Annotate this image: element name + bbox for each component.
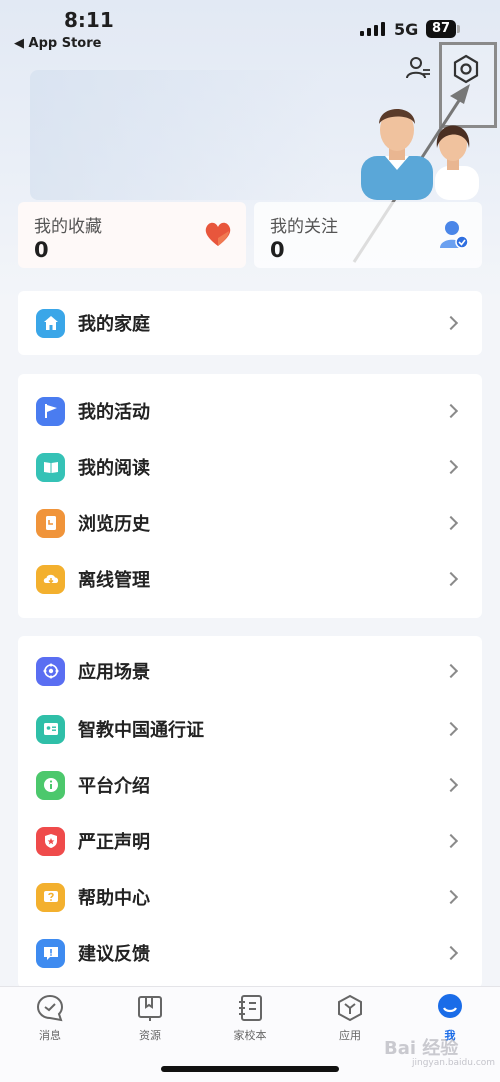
info-icon <box>36 770 65 800</box>
info-card: 应用场景 智教中国通行证 平台介绍 严正声明 帮助中心 建议反馈 <box>18 636 482 988</box>
tab-messages[interactable]: 消息 <box>0 993 100 1045</box>
status-time: 8:11 <box>64 8 114 32</box>
chevron-right-icon <box>443 833 459 849</box>
watermark-subtext: jingyan.baidu.com <box>412 1058 496 1068</box>
menu-item-label: 应用场景 <box>78 662 150 683</box>
me-icon <box>438 994 462 1018</box>
favorites-count: 0 <box>34 238 49 262</box>
menu-item-statement[interactable]: 严正声明 <box>18 819 482 863</box>
download-icon <box>36 564 65 594</box>
signal-icon <box>360 22 385 36</box>
header-decoration <box>30 70 330 200</box>
menu-item-label: 我的家庭 <box>78 314 150 335</box>
menu-item-label: 严正声明 <box>78 832 150 853</box>
family-card: 我的家庭 <box>18 291 482 355</box>
following-count: 0 <box>270 238 285 262</box>
battery-icon: 87 <box>426 20 456 38</box>
menu-item-activities[interactable]: 我的活动 <box>18 389 482 433</box>
tab-label: 消息 <box>39 1029 61 1042</box>
menu-item-platform-intro[interactable]: 平台介绍 <box>18 763 482 807</box>
menu-item-reading[interactable]: 我的阅读 <box>18 445 482 489</box>
back-to-app-store[interactable]: ◀ App Store <box>14 36 101 51</box>
home-icon <box>36 308 65 338</box>
family-illustration <box>361 109 479 200</box>
menu-item-label: 平台介绍 <box>78 776 150 797</box>
apps-icon <box>338 994 362 1022</box>
chevron-right-icon <box>443 459 459 475</box>
tab-label: 家校本 <box>233 1029 267 1042</box>
chevron-right-icon <box>443 663 459 679</box>
message-icon <box>36 994 64 1022</box>
menu-item-family[interactable]: 我的家庭 <box>18 301 482 345</box>
following-card[interactable]: 我的关注 0 <box>254 202 482 268</box>
menu-item-offline[interactable]: 离线管理 <box>18 557 482 601</box>
favorites-label: 我的收藏 <box>34 217 102 237</box>
network-type: 5G <box>394 20 419 39</box>
chevron-right-icon <box>443 403 459 419</box>
scene-icon <box>36 656 65 686</box>
notebook-icon <box>239 995 262 1021</box>
switch-user-icon[interactable] <box>404 54 432 82</box>
feedback-icon <box>36 938 65 968</box>
resource-icon <box>138 996 162 1021</box>
book-icon <box>36 452 65 482</box>
menu-item-passport[interactable]: 智教中国通行证 <box>18 707 482 751</box>
history-icon <box>36 508 65 538</box>
activity-card: 我的活动 我的阅读 浏览历史 离线管理 <box>18 374 482 618</box>
chevron-right-icon <box>443 721 459 737</box>
user-check-icon <box>440 221 469 249</box>
chevron-right-icon <box>443 515 459 531</box>
home-indicator <box>161 1066 339 1072</box>
menu-item-label: 离线管理 <box>78 570 150 591</box>
chevron-right-icon <box>443 571 459 587</box>
chevron-right-icon <box>443 945 459 961</box>
tab-label: 资源 <box>139 1029 161 1042</box>
menu-item-help[interactable]: 帮助中心 <box>18 875 482 919</box>
menu-item-scenes[interactable]: 应用场景 <box>18 649 482 693</box>
menu-item-label: 浏览历史 <box>78 514 150 535</box>
menu-item-history[interactable]: 浏览历史 <box>18 501 482 545</box>
menu-item-feedback[interactable]: 建议反馈 <box>18 931 482 975</box>
menu-item-label: 建议反馈 <box>78 944 150 965</box>
heart-icon <box>205 222 231 246</box>
following-label: 我的关注 <box>270 217 338 237</box>
tab-resources[interactable]: 资源 <box>100 993 200 1045</box>
settings-icon[interactable] <box>450 53 482 85</box>
passport-icon <box>36 714 65 744</box>
favorites-card[interactable]: 我的收藏 0 <box>18 202 246 268</box>
menu-item-label: 我的活动 <box>78 402 150 423</box>
help-icon <box>36 882 65 912</box>
tab-notebook[interactable]: 家校本 <box>200 993 300 1045</box>
menu-item-label: 帮助中心 <box>78 888 150 909</box>
shield-star-icon <box>36 826 65 856</box>
chevron-right-icon <box>443 777 459 793</box>
chevron-right-icon <box>443 315 459 331</box>
chevron-right-icon <box>443 889 459 905</box>
battery-tip <box>457 25 460 33</box>
menu-item-label: 智教中国通行证 <box>78 720 204 741</box>
flag-icon <box>36 396 65 426</box>
menu-item-label: 我的阅读 <box>78 458 150 479</box>
watermark-text: Bai 经验 <box>384 1038 459 1059</box>
